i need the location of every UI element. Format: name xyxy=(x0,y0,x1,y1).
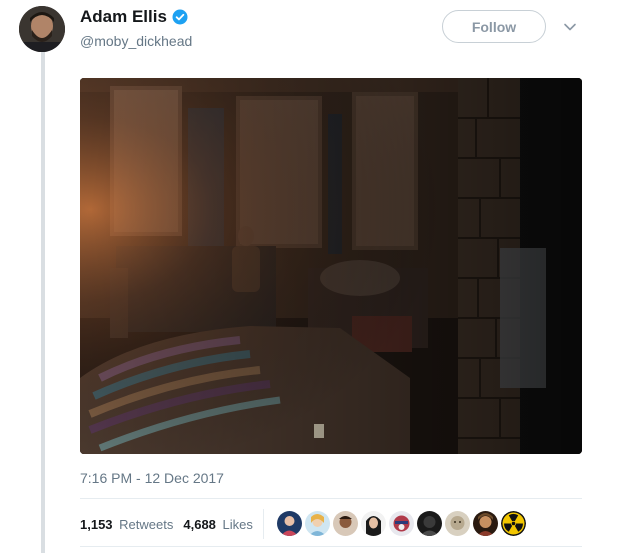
likes-stat[interactable]: 4,688 Likes xyxy=(183,517,253,532)
liker-avatar[interactable] xyxy=(389,511,414,536)
avatar[interactable] xyxy=(19,6,65,52)
liker-avatar[interactable] xyxy=(473,511,498,536)
liker-avatar[interactable] xyxy=(277,511,302,536)
radiation-icon[interactable] xyxy=(501,511,526,536)
avatar-image xyxy=(19,6,65,52)
retweets-label: Retweets xyxy=(119,516,174,532)
liker-avatar[interactable] xyxy=(361,511,386,536)
liker-avatar[interactable] xyxy=(417,511,442,536)
liker-avatar[interactable] xyxy=(333,511,358,536)
tweet-photo[interactable] xyxy=(80,78,582,454)
follow-button[interactable]: Follow xyxy=(442,10,546,43)
stats-divider xyxy=(263,509,264,539)
retweets-stat[interactable]: 1,153 Retweets xyxy=(80,517,173,532)
retweets-count: 1,153 xyxy=(80,516,113,532)
liker-avatar[interactable] xyxy=(305,511,330,536)
verified-badge-icon xyxy=(172,9,188,25)
likers-list xyxy=(277,511,526,536)
tweet-stats: 1,153 Retweets 4,688 Likes xyxy=(80,507,263,541)
thread-line xyxy=(41,50,45,553)
author-name[interactable]: Adam Ellis xyxy=(80,7,188,27)
dark-room-photo xyxy=(80,78,582,454)
chevron-down-icon[interactable] xyxy=(563,20,577,34)
tweet-timestamp[interactable]: 7:16 PM - 12 Dec 2017 xyxy=(80,470,224,486)
likes-label: Likes xyxy=(222,516,253,532)
divider-bottom xyxy=(80,546,582,547)
likes-count: 4,688 xyxy=(183,516,216,532)
liker-avatar[interactable] xyxy=(445,511,470,536)
author-handle[interactable]: @moby_dickhead xyxy=(80,33,192,49)
tweet-card: Adam Ellis @moby_dickhead Follow 7:16 PM… xyxy=(0,0,617,553)
author-display-name[interactable]: Adam Ellis xyxy=(80,7,167,27)
divider-top xyxy=(80,498,582,499)
